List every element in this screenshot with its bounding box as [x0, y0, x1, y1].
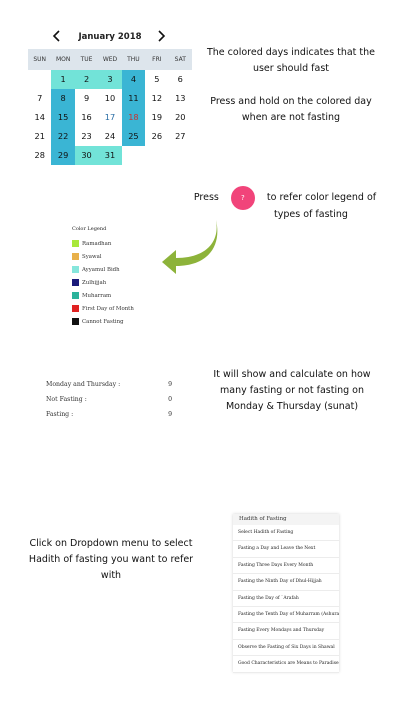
weekday-label: TUE [80, 56, 93, 63]
stat-row: Monday and Thursday : 9 [46, 377, 172, 392]
legend-swatch [72, 253, 79, 260]
calendar-day[interactable]: 24 [98, 127, 121, 146]
calendar-day[interactable]: 21 [28, 127, 51, 146]
calendar-day[interactable]: 3 [98, 70, 122, 89]
calendar-day[interactable]: 1 [51, 70, 75, 89]
calendar-day[interactable]: 23 [75, 127, 98, 146]
calendar: January 2018 SUN MON TUE WED THU FRI SAT 12345… [28, 25, 192, 165]
chevron-right-icon[interactable] [154, 29, 168, 43]
legend-label: Ramadhan [82, 240, 112, 247]
calendar-day[interactable]: 5 [145, 70, 168, 89]
legend-swatch [72, 305, 79, 312]
legend-label: First Day of Month [82, 305, 134, 312]
calendar-day[interactable]: 31 [98, 146, 122, 165]
calendar-day[interactable]: 15 [51, 108, 75, 127]
weekday-label: WED [102, 56, 118, 63]
legend-label: Zulhijjah [82, 279, 107, 286]
calendar-day[interactable]: 26 [145, 127, 168, 146]
fasting-stats: Monday and Thursday : 9 Not Fasting : 0 Fast… [46, 377, 172, 422]
hadith-dropdown-title: Hadith of Fasting [233, 514, 339, 525]
legend-button[interactable]: ? [230, 186, 255, 210]
calendar-day[interactable]: 16 [75, 108, 98, 127]
stat-label: Monday and Thursday : [46, 381, 121, 388]
hadith-option[interactable]: Fasting Every Mondays and Thursday [233, 623, 339, 640]
legend-swatch [72, 292, 79, 299]
calendar-day[interactable]: 12 [145, 89, 168, 108]
calendar-day[interactable]: 20 [169, 108, 192, 127]
weekday-header: SUN MON TUE WED THU FRI SAT [28, 49, 192, 70]
hadith-dropdown[interactable]: Hadith of Fasting Select Hadith of Fasti… [233, 514, 339, 673]
stats-info: It will show and calculate on how many f… [213, 369, 371, 412]
legend-swatch [72, 279, 79, 286]
month-title: January 2018 [78, 32, 142, 42]
calendar-day[interactable]: 22 [51, 127, 75, 146]
weekday-label: SUN [33, 56, 47, 63]
weekday-label: THU [127, 56, 140, 63]
stat-row: Not Fasting : 0 [46, 392, 172, 407]
calendar-day[interactable]: 28 [28, 146, 51, 165]
stat-value: 0 [168, 396, 172, 403]
hadith-option[interactable]: Fasting the Tenth Day of Muharram (Ashur… [233, 607, 339, 624]
calendar-day[interactable]: 2 [74, 70, 99, 89]
calendar-day[interactable]: 14 [28, 108, 51, 127]
hadith-option[interactable]: Observe the Fasting of Six Days in Shawa… [233, 640, 339, 657]
calendar-day[interactable]: 6 [169, 70, 192, 89]
weekday-label: FRI [152, 56, 162, 63]
calendar-day[interactable]: 30 [74, 146, 99, 165]
calendar-day[interactable]: 19 [145, 108, 168, 127]
legend-item: Cannot Fasting [72, 315, 182, 328]
calendar-day[interactable]: 9 [75, 89, 98, 108]
calendar-day[interactable]: 27 [169, 127, 192, 146]
chevron-left-icon[interactable] [50, 29, 64, 43]
calendar-day[interactable]: 11 [121, 89, 146, 108]
legend-label: Cannot Fasting [82, 318, 124, 325]
hadith-option[interactable]: Fasting Three Days Every Month [233, 558, 339, 575]
calendar-blank-cell [122, 146, 145, 165]
calendar-day[interactable]: 8 [51, 89, 75, 108]
hadith-option[interactable]: Fasting the Day of `Arafah [233, 591, 339, 607]
press-suffix-1: to refer color legend of [266, 192, 377, 203]
legend-swatch [72, 266, 79, 273]
calendar-day[interactable]: 18 [121, 108, 146, 127]
weekday-label: MON [55, 56, 71, 63]
calendar-day[interactable]: 17 [98, 108, 121, 127]
stat-value: 9 [168, 411, 172, 418]
calendar-grid: 1 2 3 4 5 6 7 8 9 10 11 12 13 14 15 16 17 18 19 20 21 22 23 24 2… [28, 70, 192, 165]
hadith-option[interactable]: Fasting the Ninth Day of Dhul-Hijjah [233, 574, 339, 591]
legend-item: Muharram [72, 289, 182, 302]
legend-item: Zulhijjah [72, 276, 182, 289]
calendar-day[interactable]: 4 [121, 70, 146, 89]
legend-label: Ayyamul Bidh [82, 266, 120, 273]
calendar-day[interactable]: 7 [28, 89, 51, 108]
stat-label: Fasting : [46, 411, 74, 418]
curved-arrow-icon [162, 220, 218, 274]
legend-swatch [72, 240, 79, 247]
dropdown-info: Click on Dropdown menu to select Hadith … [28, 538, 194, 581]
hadith-options: Select Hadith of Fasting Fasting a Day an… [233, 525, 339, 673]
calendar-blank-cell [169, 146, 192, 165]
calendar-day[interactable]: 25 [121, 127, 146, 146]
stat-label: Not Fasting : [46, 396, 87, 403]
stat-row: Fasting : 9 [46, 407, 172, 422]
legend-item: First Day of Month [72, 302, 182, 315]
hadith-option[interactable]: Good Characteristics are Means to Paradi… [233, 656, 339, 673]
press-prefix: Press [193, 192, 219, 203]
calendar-day[interactable]: 29 [51, 146, 75, 165]
legend-label: Muharram [82, 292, 112, 299]
calendar-header: January 2018 [28, 25, 192, 49]
press-hold-info: Press and hold on the colored day when a… [210, 96, 372, 123]
calendar-day[interactable]: 10 [98, 89, 121, 108]
calendar-blank-cell [145, 146, 168, 165]
legend-label: Syawal [82, 253, 102, 260]
weekday-label: SAT [174, 56, 186, 63]
legend-swatch [72, 318, 79, 325]
stat-value: 9 [168, 381, 172, 388]
calendar-blank-cell [28, 70, 51, 89]
hadith-option[interactable]: Select Hadith of Fasting [233, 525, 339, 542]
calendar-day[interactable]: 13 [169, 89, 192, 108]
colored-days-info: The colored days indicates that the user… [206, 47, 376, 74]
hadith-option[interactable]: Fasting a Day and Leave the Next [233, 541, 339, 558]
